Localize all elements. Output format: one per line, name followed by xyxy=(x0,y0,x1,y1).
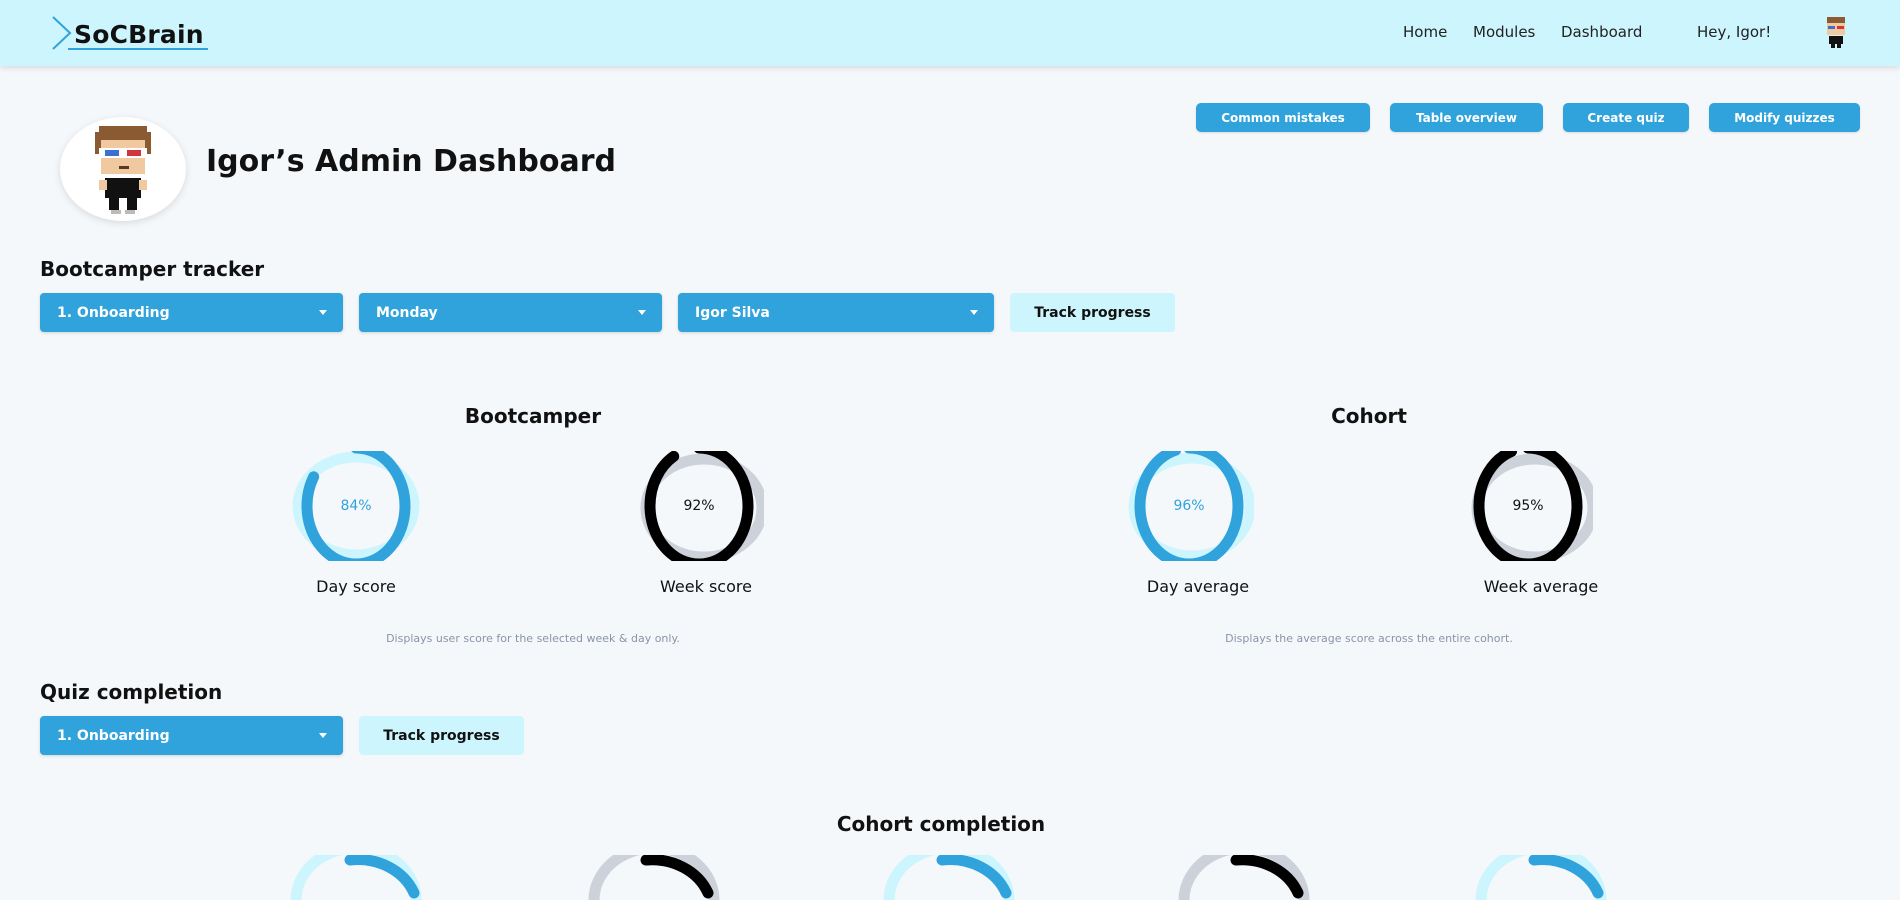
user-greeting: Hey, Igor! xyxy=(1697,23,1772,41)
nav-home-link[interactable]: Home xyxy=(1403,23,1447,41)
week-average-value: 95% xyxy=(1512,498,1544,514)
cohort-group-title: Cohort xyxy=(1331,404,1407,428)
week-average-ring: 95% xyxy=(1463,451,1593,561)
profile-picture xyxy=(60,117,186,221)
week-score-ring: 92% xyxy=(634,451,764,561)
modify-quizzes-button[interactable]: Modify quizzes xyxy=(1709,103,1860,132)
caret-down-icon xyxy=(319,310,327,315)
day-score-ring: 84% xyxy=(291,451,421,561)
logo-text: SoCBrain xyxy=(74,20,204,49)
day-score-value: 84% xyxy=(340,498,372,514)
navbar: SoCBrain Home Modules Dashboard Hey, Igo… xyxy=(0,0,1900,66)
pixel-avatar-icon xyxy=(95,126,151,214)
module-select[interactable]: 1. Onboarding xyxy=(40,293,343,332)
table-overview-button[interactable]: Table overview xyxy=(1390,103,1543,132)
logo[interactable]: SoCBrain xyxy=(50,14,210,52)
bootcamper-select[interactable]: Igor Silva xyxy=(678,293,994,332)
bootcamper-select-value: Igor Silva xyxy=(695,304,770,321)
bootcamper-tracker-title: Bootcamper tracker xyxy=(40,257,265,281)
day-average-label: Day average xyxy=(1146,577,1250,596)
logo-underline xyxy=(68,48,208,50)
nav-dashboard-link[interactable]: Dashboard xyxy=(1561,23,1642,41)
avatar-icon[interactable] xyxy=(1818,14,1854,50)
logo-chevron-icon xyxy=(52,16,72,50)
create-quiz-button[interactable]: Create quiz xyxy=(1563,103,1689,132)
page-title: Igor’s Admin Dashboard xyxy=(206,144,616,179)
caret-down-icon xyxy=(970,310,978,315)
day-select[interactable]: Monday xyxy=(359,293,662,332)
cohort-completion-title: Cohort completion xyxy=(836,812,1046,836)
caret-down-icon xyxy=(638,310,646,315)
track-progress-button[interactable]: Track progress xyxy=(1010,293,1175,332)
quiz-module-select-value: 1. Onboarding xyxy=(57,727,170,744)
day-select-value: Monday xyxy=(376,304,438,321)
week-average-label: Week average xyxy=(1483,577,1599,596)
quiz-completion-title: Quiz completion xyxy=(40,680,223,704)
quiz-track-progress-button[interactable]: Track progress xyxy=(359,716,524,755)
nav-modules-link[interactable]: Modules xyxy=(1473,23,1535,41)
cohort-completion-rings xyxy=(290,855,1607,900)
quiz-module-select[interactable]: 1. Onboarding xyxy=(40,716,343,755)
week-score-label: Week score xyxy=(660,577,752,596)
day-score-label: Day score xyxy=(316,577,396,596)
week-score-value: 92% xyxy=(683,498,715,514)
bootcamper-note: Displays user score for the selected wee… xyxy=(386,632,680,645)
common-mistakes-button[interactable]: Common mistakes xyxy=(1196,103,1370,132)
caret-down-icon xyxy=(319,733,327,738)
module-select-value: 1. Onboarding xyxy=(57,304,170,321)
bootcamper-group-title: Bootcamper xyxy=(464,404,602,428)
day-average-ring: 96% xyxy=(1124,451,1254,561)
cohort-note: Displays the average score across the en… xyxy=(1225,632,1513,645)
day-average-value: 96% xyxy=(1173,498,1205,514)
